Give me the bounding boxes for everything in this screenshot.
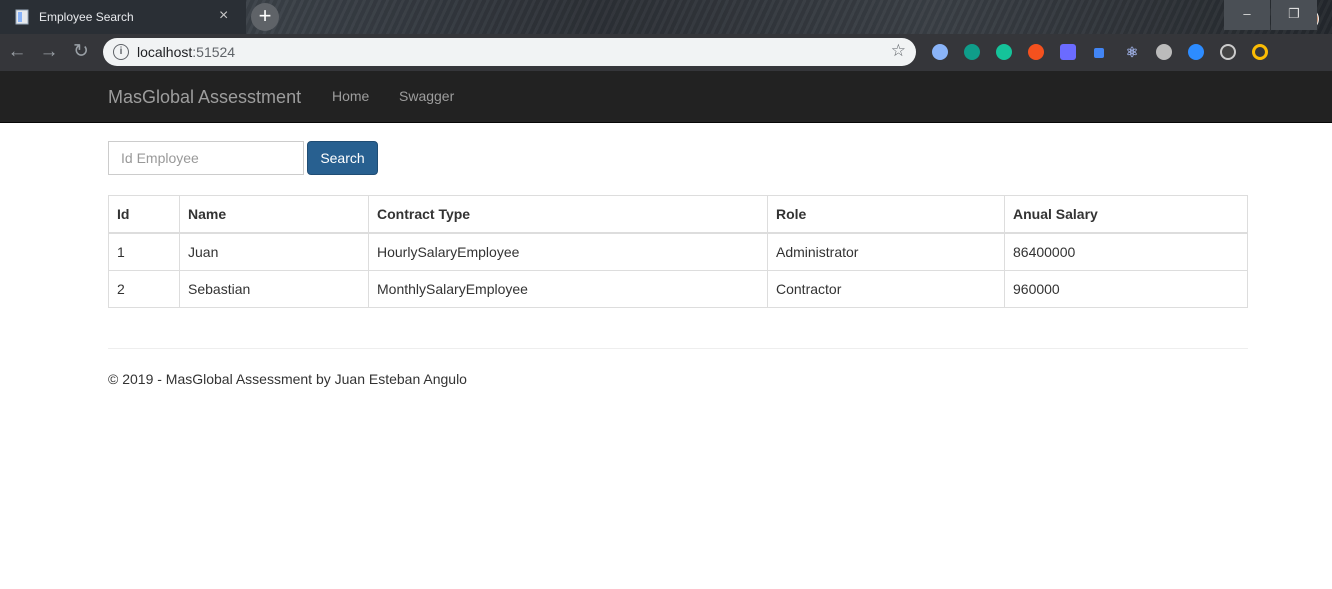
browser-toolbar: ← → ↻ i localhost:51524 ☆ ⚛ xyxy=(0,34,1332,71)
search-button[interactable]: Search xyxy=(307,141,378,175)
url-host: localhost xyxy=(137,44,193,60)
table-cell: Juan xyxy=(179,232,369,271)
extension-icon[interactable] xyxy=(1094,48,1104,58)
extension-icon[interactable] xyxy=(1220,44,1236,60)
table-cell: 1 xyxy=(108,232,180,271)
table-cell: HourlySalaryEmployee xyxy=(368,232,768,271)
extension-icon[interactable] xyxy=(1156,44,1172,60)
column-header: Id xyxy=(108,195,180,234)
new-tab-button[interactable]: + xyxy=(251,3,279,31)
url-port: :51524 xyxy=(192,44,236,60)
footer-divider xyxy=(108,348,1248,349)
info-icon[interactable]: i xyxy=(113,44,129,60)
column-header: Role xyxy=(767,195,1005,234)
url-text: localhost:51524 xyxy=(137,44,235,60)
table-header-row: Id Name Contract Type Role Anual Salary xyxy=(108,195,1248,234)
employee-id-input[interactable] xyxy=(108,141,304,175)
brand-link[interactable]: MasGlobal Assesstment xyxy=(108,87,301,108)
forward-icon[interactable]: → xyxy=(38,41,60,63)
footer-text: © 2019 - MasGlobal Assessment by Juan Es… xyxy=(108,371,467,387)
extension-icon[interactable] xyxy=(1060,44,1076,60)
react-icon[interactable]: ⚛ xyxy=(1124,44,1140,60)
nav-home-link[interactable]: Home xyxy=(332,88,369,104)
table-cell: Sebastian xyxy=(179,270,369,308)
chrome-icon[interactable] xyxy=(1252,44,1268,60)
extension-icon[interactable] xyxy=(964,44,980,60)
bookmark-star-icon[interactable]: ☆ xyxy=(891,41,906,61)
column-header: Contract Type xyxy=(368,195,768,234)
app-navbar: MasGlobal Assesstment Home Swagger xyxy=(0,71,1332,123)
column-header: Name xyxy=(179,195,369,234)
address-bar[interactable]: i localhost:51524 ☆ xyxy=(103,38,916,66)
zoom-icon[interactable] xyxy=(1188,44,1204,60)
table-row: 1 Juan HourlySalaryEmployee Administrato… xyxy=(108,232,1248,271)
restore-button[interactable]: ❐ xyxy=(1271,0,1317,30)
table-cell: 2 xyxy=(108,270,180,308)
extension-icon[interactable] xyxy=(932,44,948,60)
table-row: 2 Sebastian MonthlySalaryEmployee Contra… xyxy=(108,270,1248,308)
extension-icon[interactable] xyxy=(1028,44,1044,60)
grammarly-icon[interactable] xyxy=(996,44,1012,60)
reload-icon[interactable]: ↻ xyxy=(70,41,92,63)
back-icon[interactable]: ← xyxy=(6,41,28,63)
table-cell: Contractor xyxy=(767,270,1005,308)
tab-title: Employee Search xyxy=(39,10,134,24)
document-icon xyxy=(15,9,29,25)
table-cell: Administrator xyxy=(767,232,1005,271)
table-cell: 86400000 xyxy=(1004,232,1248,271)
table-cell: 960000 xyxy=(1004,270,1248,308)
column-header: Anual Salary xyxy=(1004,195,1248,234)
table-cell: MonthlySalaryEmployee xyxy=(368,270,768,308)
nav-swagger-link[interactable]: Swagger xyxy=(399,88,454,104)
tab-close-icon[interactable]: × xyxy=(219,7,228,25)
employee-table: Id Name Contract Type Role Anual Salary … xyxy=(108,195,1248,308)
minimize-button[interactable]: – xyxy=(1224,0,1270,30)
